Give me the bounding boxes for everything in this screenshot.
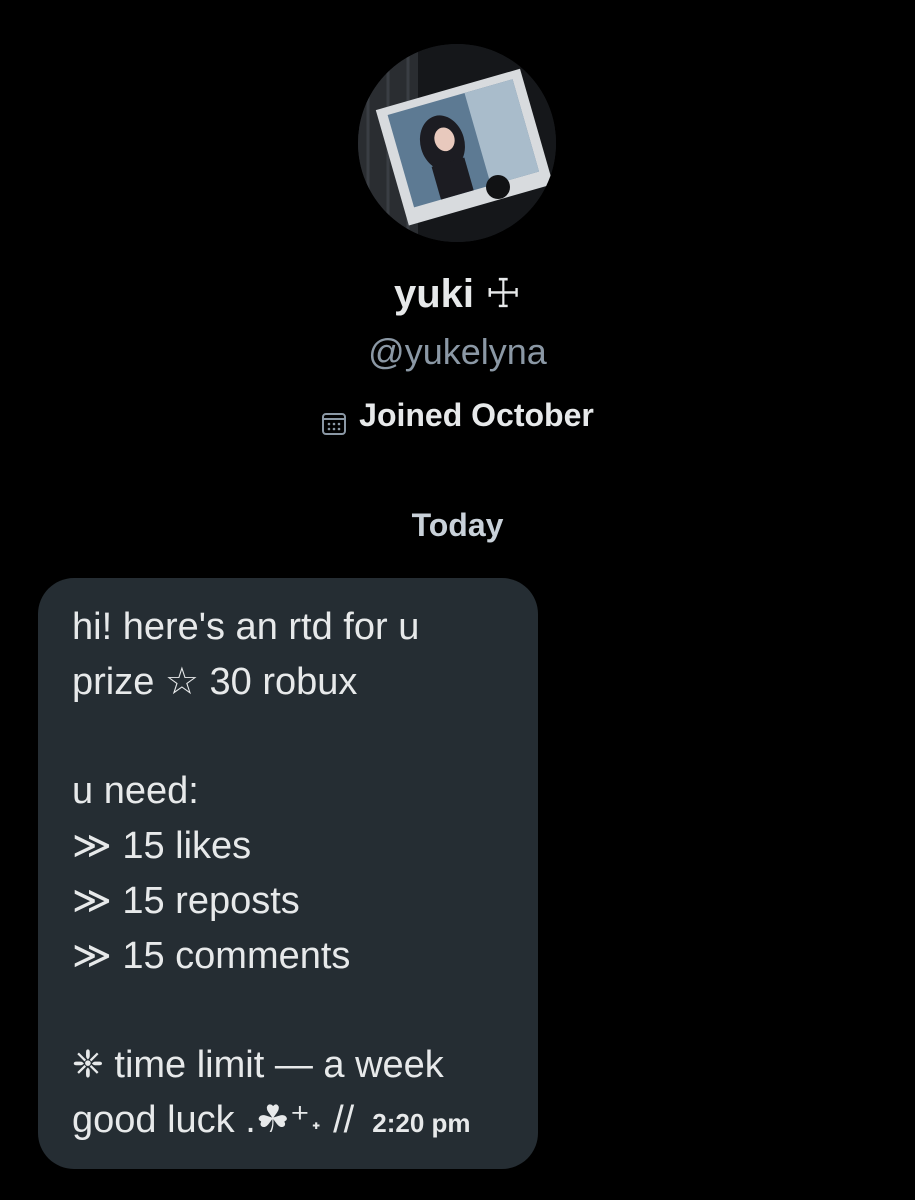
message-line: prize ☆ 30 robux <box>72 661 358 703</box>
message-line: hi! here's an rtd for u <box>72 606 420 648</box>
message-bubble[interactable]: hi! here's an rtd for u prize ☆ 30 robux… <box>38 578 538 1169</box>
username-handle[interactable]: @yukelyna <box>0 328 915 376</box>
message-line: u need: <box>72 770 199 812</box>
message-line <box>72 984 508 1038</box>
date-separator: Today <box>411 507 504 543</box>
joined-date: Joined October <box>0 392 915 438</box>
message-line <box>72 710 508 764</box>
display-name: yuki ☩ <box>393 272 521 316</box>
message-line: ≫ 15 comments <box>72 935 351 977</box>
joined-label: Joined October <box>359 397 594 433</box>
profile-photo-icon <box>358 44 556 242</box>
calendar-icon <box>321 402 347 435</box>
message-line: ≫ 15 likes <box>72 825 252 867</box>
message-line: ≫ 15 reposts <box>72 880 300 922</box>
avatar[interactable] <box>358 44 556 242</box>
message-line: ❈ time limit — a week <box>72 1044 444 1086</box>
message-timestamp: 2:20 pm <box>372 1108 471 1138</box>
message-last-line: good luck .☘︎⁺˖ // 2:20 pm <box>72 1093 508 1148</box>
message-line: good luck .☘︎⁺˖ // <box>72 1099 355 1141</box>
